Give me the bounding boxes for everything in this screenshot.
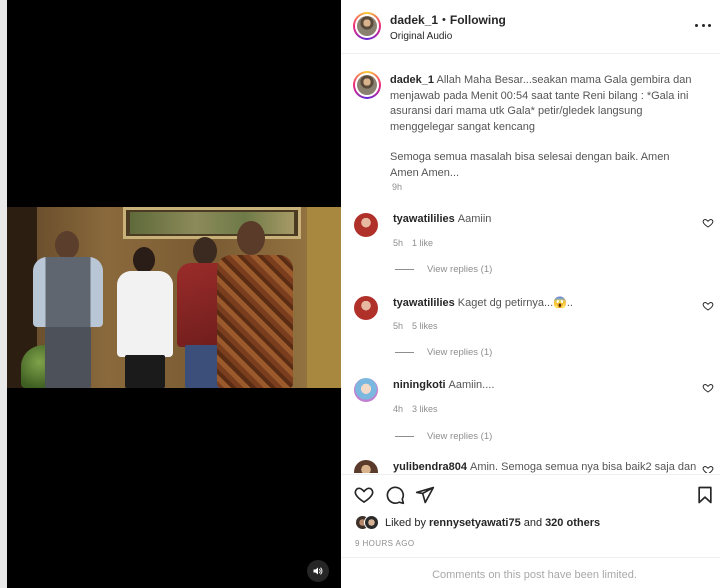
likes-summary[interactable]: Liked by rennysetyawati75 and 320 others — [355, 515, 600, 530]
caption-author[interactable]: dadek_1 — [390, 74, 434, 86]
commenter-avatar[interactable] — [354, 378, 378, 402]
comment-username[interactable]: yulibendra804 — [393, 461, 467, 473]
heart-icon[interactable] — [702, 300, 714, 312]
comment-like-count[interactable]: 3 likes — [412, 404, 438, 414]
commenter-avatar[interactable] — [354, 296, 378, 320]
view-replies-button[interactable]: View replies (1) — [395, 431, 492, 442]
comment-meta: 4h 3 likes — [393, 404, 438, 414]
comment-body: Amin. Semoga semua nya bisa baik2 saja d… — [469, 461, 697, 473]
comments-limited-notice: Comments on this post have been limited. — [341, 557, 720, 588]
likes-conjunction: and — [523, 516, 543, 529]
video-frame[interactable] — [7, 207, 341, 388]
post-header: dadek_1 • Following Original Audio — [341, 0, 720, 54]
comment-username[interactable]: niningkoti — [393, 379, 446, 391]
comment-text: niningkoti Aamiin.... — [393, 379, 494, 391]
commenter-avatar[interactable] — [354, 213, 378, 237]
caption-paragraph-2: Semoga semua masalah bisa selesai dengan… — [390, 151, 670, 179]
view-replies-button[interactable]: View replies (1) — [395, 347, 492, 358]
comment-icon[interactable] — [385, 485, 405, 505]
wall-panel — [307, 207, 341, 388]
author-avatar[interactable] — [353, 12, 381, 40]
separator-dot: • — [442, 14, 446, 26]
liker-avatar — [364, 515, 379, 530]
audio-link[interactable]: Original Audio — [390, 31, 452, 42]
comment-username[interactable]: tyawatililies — [393, 213, 455, 225]
liker-username[interactable]: rennysetyawati75 — [429, 517, 521, 529]
comment-text: yulibendra804 Amin. Semoga semua nya bisa… — [393, 461, 696, 473]
volume-button[interactable] — [307, 560, 329, 582]
post-timestamp[interactable]: 9 HOURS AGO — [355, 539, 415, 548]
post-panel: dadek_1 • Following Original Audio dadek… — [341, 0, 720, 588]
speaker-icon — [313, 567, 323, 575]
caption-paragraph-1: Allah Maha Besar...seakan mama Gala gemb… — [390, 74, 692, 133]
media-edge — [0, 0, 7, 588]
caption-timestamp: 9h — [392, 182, 403, 192]
comment-meta: 5h 5 likes — [393, 321, 438, 331]
caption-avatar[interactable] — [353, 71, 381, 99]
comment-time: 4h — [393, 404, 404, 414]
post-media[interactable] — [0, 0, 341, 588]
comment-like-count[interactable]: 1 like — [412, 238, 433, 248]
caption: dadek_1 Allah Maha Besar...seakan mama G… — [390, 73, 700, 181]
comment-time: 5h — [393, 238, 404, 248]
paper-plane-icon[interactable] — [415, 485, 435, 505]
heart-icon[interactable] — [702, 382, 714, 394]
comment-text: tyawatililies Aamiin — [393, 213, 491, 225]
comment-body: Aamiin — [457, 213, 492, 225]
comment-time: 5h — [393, 321, 404, 331]
view-replies-button[interactable]: View replies (1) — [395, 264, 492, 275]
author-username[interactable]: dadek_1 — [390, 13, 438, 27]
following-button[interactable]: Following — [450, 13, 506, 27]
bookmark-icon[interactable] — [695, 485, 715, 505]
comment-username[interactable]: tyawatililies — [393, 297, 455, 309]
more-horizontal-icon[interactable] — [695, 22, 711, 28]
comment-like-count[interactable]: 5 likes — [412, 321, 438, 331]
wall-painting — [123, 207, 301, 239]
comment-body: Aamiin.... — [448, 379, 495, 391]
comment-text: tyawatililies Kaget dg petirnya...😱.. — [393, 296, 573, 309]
likes-prefix: Liked by — [385, 516, 426, 529]
action-bar — [341, 474, 720, 514]
heart-icon[interactable] — [702, 464, 714, 473]
commenter-avatar[interactable] — [354, 460, 378, 473]
heart-icon[interactable] — [354, 485, 374, 505]
heart-icon[interactable] — [702, 217, 714, 229]
comment-meta: 5h 1 like — [393, 238, 433, 248]
comment-item: yulibendra804 Amin. Semoga semua nya bisa… — [341, 458, 720, 473]
comment-body: Kaget dg petirnya...😱.. — [457, 297, 573, 309]
likes-others[interactable]: 320 others — [545, 517, 600, 529]
